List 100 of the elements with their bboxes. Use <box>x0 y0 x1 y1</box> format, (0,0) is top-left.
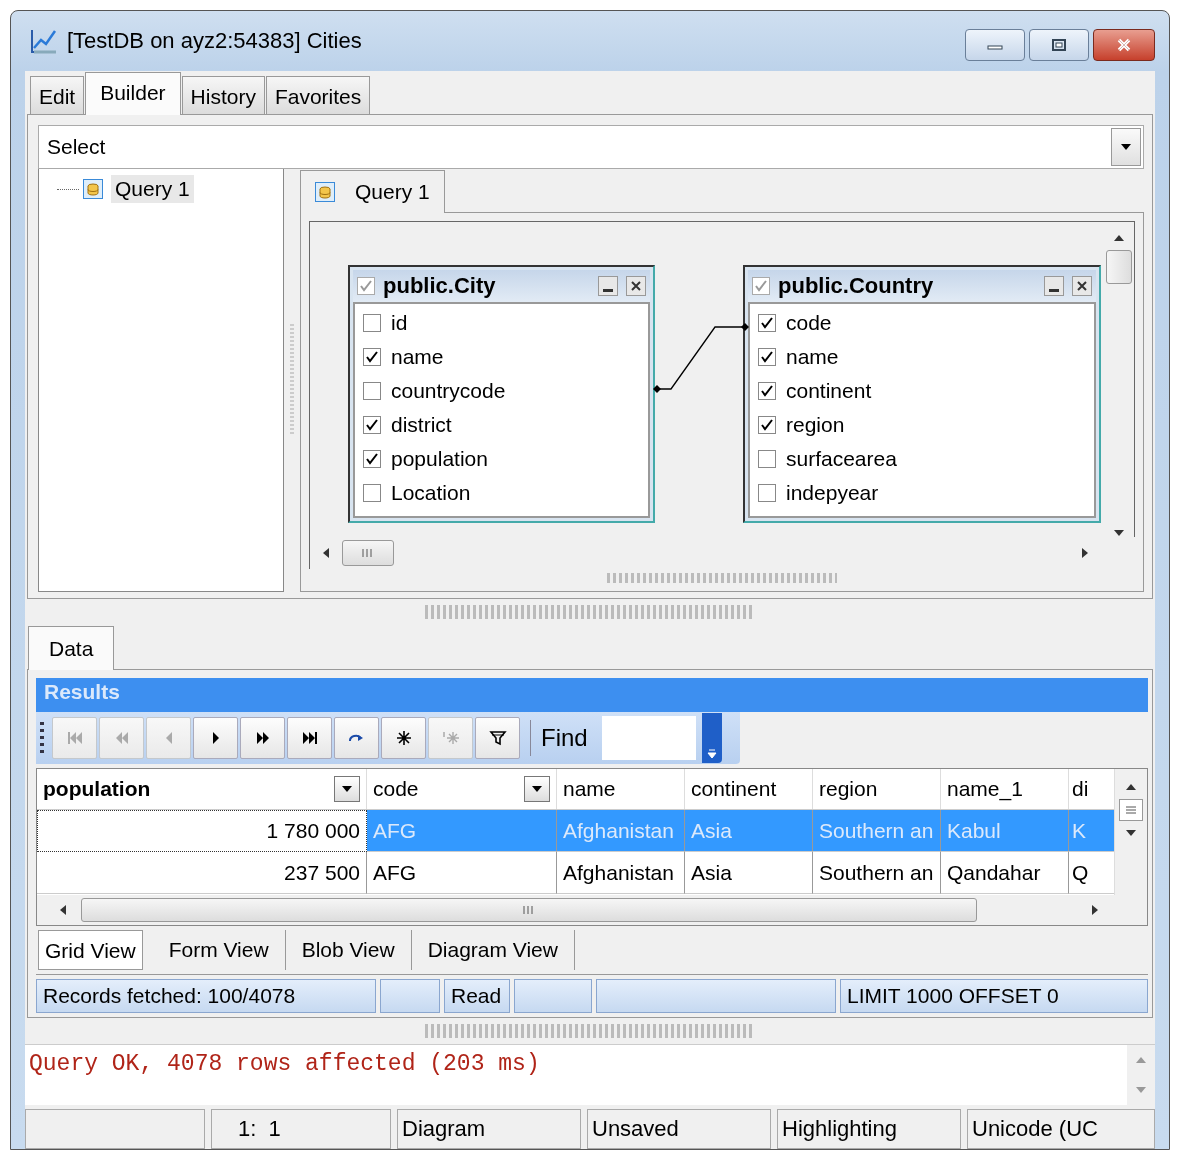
field-name: surfacearea <box>786 447 897 471</box>
checkbox[interactable] <box>363 348 381 366</box>
tab[interactable]: Data <box>28 626 115 671</box>
table-cell: Qandahar <box>941 852 1069 895</box>
checkbox[interactable] <box>363 314 381 332</box>
tab[interactable]: Form View <box>152 930 286 971</box>
find-field[interactable] <box>601 716 696 761</box>
checkbox[interactable] <box>758 382 776 400</box>
column-header[interactable]: code <box>367 769 557 810</box>
checkbox[interactable] <box>363 450 381 468</box>
message-text: Query OK, 4078 rows affected (203 ms) <box>28 1050 541 1079</box>
close-button[interactable] <box>1093 29 1155 61</box>
status-panel: Records fetched: 100/4078 <box>36 979 376 1014</box>
field-name: name <box>786 345 839 369</box>
minimize-button[interactable] <box>1044 276 1064 296</box>
overflow-caret-icon <box>706 749 717 760</box>
close-button[interactable] <box>1072 276 1092 296</box>
field-name: continent <box>786 379 872 403</box>
query-type-dropdown[interactable]: Select <box>38 125 1144 169</box>
tab[interactable]: Diagram View <box>411 930 575 971</box>
column-header[interactable]: name_1 <box>941 769 1069 810</box>
scrollbar-thumb[interactable] <box>342 540 394 567</box>
status-panel <box>380 979 440 1014</box>
restore-button[interactable] <box>1029 29 1089 61</box>
scroll-left-icon[interactable] <box>59 904 67 917</box>
table-cell: Kabul <box>941 810 1069 853</box>
table-cell: Southern an <box>813 852 941 895</box>
filter-dropdown-button[interactable] <box>524 776 550 803</box>
field-name: name <box>391 345 444 369</box>
filter-icon <box>488 729 507 748</box>
status-panel: Read <box>444 979 510 1014</box>
checkbox[interactable] <box>758 484 776 502</box>
table-window[interactable]: public.Country code name continent region surfacearea indepyear <box>743 265 1101 523</box>
toolbar-button[interactable] <box>287 717 332 760</box>
table-cell: 237 500 <box>37 852 367 895</box>
table-window[interactable]: public.City id name countrycode district population Location <box>348 265 655 523</box>
table-title: public.City <box>383 273 497 299</box>
database-icon <box>83 179 103 199</box>
scrollbar-thumb[interactable] <box>1119 799 1143 822</box>
tree-item[interactable]: Query 1 <box>111 175 194 203</box>
table-cell: Southern an <box>813 810 941 853</box>
scrollbar-thumb[interactable] <box>1106 250 1132 284</box>
field-name: id <box>391 311 408 335</box>
table-cell: Afghanistan <box>557 810 685 853</box>
column-header[interactable]: population <box>37 769 367 810</box>
tab[interactable]: Builder <box>85 72 181 115</box>
checkbox[interactable] <box>363 416 381 434</box>
vertical-scrollbar[interactable] <box>1114 769 1147 896</box>
checkbox[interactable] <box>363 382 381 400</box>
close-icon <box>1115 38 1133 52</box>
tab[interactable]: Edit <box>30 76 85 114</box>
status-panel: 1: 1 <box>211 1109 391 1149</box>
tab[interactable]: Favorites <box>265 76 371 114</box>
dropdown-button[interactable] <box>1111 128 1141 166</box>
scroll-right-icon[interactable] <box>1081 547 1089 560</box>
tab[interactable]: History <box>181 76 265 114</box>
scroll-left-icon[interactable] <box>322 547 330 560</box>
scroll-right-icon[interactable] <box>1091 904 1099 917</box>
field-name: district <box>391 413 452 437</box>
tab[interactable]: Query 1 <box>300 170 445 213</box>
checkbox[interactable] <box>758 348 776 366</box>
toolbar-button[interactable] <box>240 717 285 760</box>
checkbox[interactable] <box>357 277 375 295</box>
horizontal-scrollbar[interactable] <box>36 895 1148 927</box>
scroll-down-icon[interactable] <box>1113 529 1125 538</box>
column-header[interactable]: region <box>813 769 941 810</box>
asterisk-icon <box>394 729 413 748</box>
toolbar-button[interactable] <box>381 717 426 760</box>
scroll-up-icon[interactable] <box>1125 783 1137 792</box>
checkbox[interactable] <box>363 484 381 502</box>
close-button[interactable] <box>626 276 646 296</box>
field-name: Location <box>391 481 471 505</box>
checkbox[interactable] <box>758 450 776 468</box>
minimize-icon <box>1049 289 1059 292</box>
toolbar-button[interactable] <box>475 717 520 760</box>
splitter-grip[interactable] <box>425 1024 755 1038</box>
table-cell: AFG <box>367 810 557 853</box>
toolbar-overflow-button[interactable] <box>701 713 722 764</box>
table-cell: Asia <box>685 852 813 895</box>
scroll-down-icon[interactable] <box>1125 829 1137 838</box>
tab[interactable]: Grid View <box>38 930 143 971</box>
toolbar-grip[interactable] <box>40 722 44 755</box>
tab[interactable]: Blob View <box>285 930 412 971</box>
checkbox[interactable] <box>758 314 776 332</box>
column-header[interactable]: name <box>557 769 685 810</box>
field-name: population <box>391 447 488 471</box>
scrollbar-thumb[interactable] <box>81 898 977 923</box>
table-title: public.Country <box>778 273 935 299</box>
checkbox[interactable] <box>752 277 770 295</box>
database-icon <box>315 182 335 202</box>
field-name: code <box>786 311 832 335</box>
minimize-button[interactable] <box>598 276 618 296</box>
splitter-grip[interactable] <box>425 605 755 620</box>
splitter-grip[interactable] <box>607 573 837 584</box>
filter-dropdown-button[interactable] <box>334 776 360 803</box>
checkbox[interactable] <box>758 416 776 434</box>
refresh-icon <box>349 733 364 743</box>
column-header[interactable]: continent <box>685 769 813 810</box>
scroll-up-icon[interactable] <box>1113 234 1125 242</box>
column-header[interactable]: di <box>1069 769 1114 810</box>
